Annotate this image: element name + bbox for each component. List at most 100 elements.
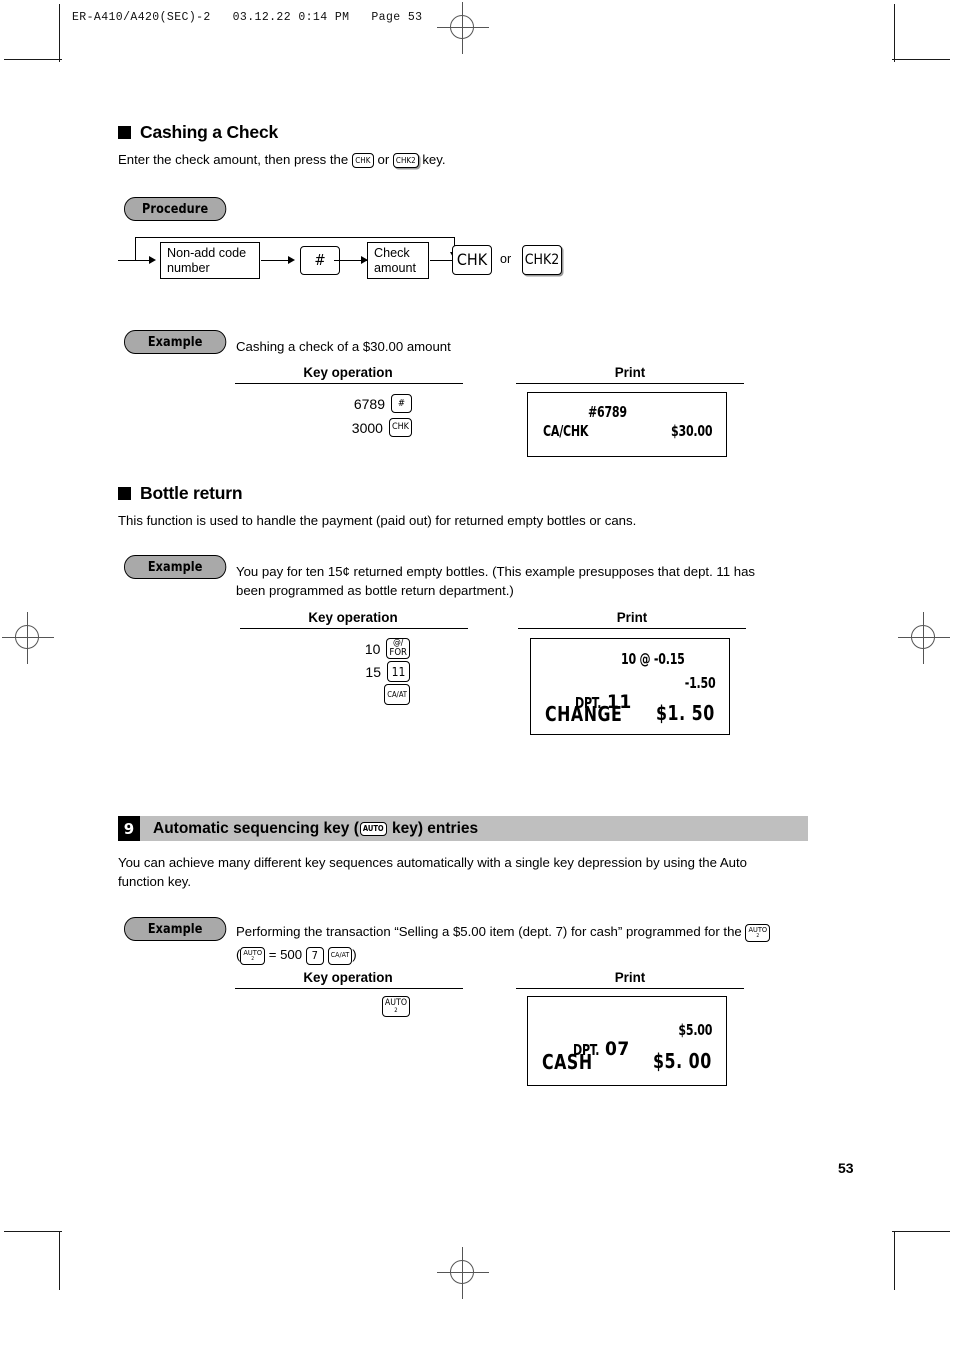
crop-mark-top-left-h: [4, 59, 62, 60]
bullet-square-icon: [118, 487, 131, 500]
intro-text-before: Enter the check amount, then press the: [118, 152, 352, 167]
registration-mark-top: [437, 2, 489, 54]
example-text-check: Cashing a check of a $30.00 amount: [236, 339, 451, 354]
crop-mark-bottom-left-v: [59, 1232, 60, 1290]
automatic-sequencing-intro: You can achieve many different key seque…: [118, 853, 908, 891]
key-operation-number: 10: [364, 640, 381, 657]
example-line1-text: Performing the transaction “Selling a $5…: [236, 924, 746, 939]
hash-key-icon: #: [391, 394, 412, 413]
section-band-automatic-sequencing: 9 Automatic sequencing key (AUTO key) en…: [118, 816, 808, 841]
flow-entry-arrowhead: [149, 256, 156, 264]
flow-bypass-left: [135, 237, 137, 261]
dept-7-key-icon: 7: [305, 946, 324, 965]
bullet-square-icon: [118, 126, 131, 139]
key-operation-row: 6789 #: [354, 393, 412, 414]
col-header-key-operation-auto: Key operation: [303, 970, 393, 985]
section-title: Cashing a Check: [140, 122, 279, 142]
chk-key-icon: CHK: [388, 418, 412, 437]
col-header-print-check: Print: [614, 365, 646, 380]
receipt-amount: $30.00: [670, 422, 712, 440]
key-operation-number: 6789: [353, 395, 385, 412]
page-number: 53: [838, 1160, 854, 1176]
running-header: ER-A410/A420(SEC)-2 03.12.22 0:14 PM Pag…: [72, 11, 423, 24]
receipt-qty-line: 10 @ -0.15: [621, 650, 685, 668]
bottle-return-intro: This function is used to handle the paym…: [118, 513, 637, 528]
intro-text-after: key.: [418, 152, 446, 167]
intro-line2: function key.: [118, 874, 192, 889]
key-operation-list-bottle: 10 @/FOR 15 11 CA/AT: [300, 638, 410, 705]
col-header-print-bottle: Print: [616, 610, 648, 625]
example-text-line2: been programmed as bottle return departm…: [236, 583, 514, 598]
section-number: 9: [118, 816, 140, 841]
procedure-flow-diagram: Non-add code number # Check amount CHK or …: [118, 232, 578, 292]
crop-mark-top-left-v: [59, 4, 60, 62]
receipt-check: #6789 CA/CHK $30.00: [527, 392, 727, 457]
intro-text-mid: or: [373, 152, 393, 167]
example-label-bottle: Example: [124, 555, 227, 579]
key-operation-number: 3000: [351, 419, 383, 436]
example-text-auto: Performing the transaction “Selling a $5…: [236, 922, 856, 942]
crop-mark-top-right-v: [894, 4, 895, 62]
receipt-code: #6789: [588, 403, 627, 421]
crop-mark-bottom-left-h: [4, 1231, 62, 1232]
manual-page: ER-A410/A420(SEC)-2 03.12.22 0:14 PM Pag…: [0, 0, 954, 1351]
receipt-dept-number: 07: [605, 1038, 630, 1060]
ca-at-key-icon: CA/AT: [384, 684, 410, 705]
col-rule-key-operation-bottle: [240, 628, 468, 630]
auto-2-key-icon: AUTO 2: [381, 996, 410, 1017]
section-heading-bottle-return: Bottle return: [118, 483, 243, 504]
flow-line-1: [261, 260, 290, 262]
at-for-key-icon: @/FOR: [386, 638, 410, 659]
key-operation-list-auto: AUTO 2: [330, 996, 410, 1017]
chk2-key-icon: CHK2: [392, 153, 419, 169]
flow-bypass-top: [135, 237, 455, 239]
key-operation-row: CA/AT: [378, 684, 410, 705]
flow-arrowhead-1: [288, 256, 295, 264]
example-line2-auto: ( AUTO 2 = 500 7 CA/AT): [236, 945, 856, 965]
flow-box-non-add-code: Non-add code number: [160, 242, 260, 279]
section-band-title: Automatic sequencing key (AUTO key) entr…: [140, 820, 478, 838]
key-operation-list-check: 6789 # 3000 CHK: [300, 393, 412, 438]
crop-mark-bottom-right-v: [894, 1232, 895, 1290]
section-title: Bottle return: [140, 483, 243, 503]
band-title-before: Automatic sequencing key (: [153, 819, 359, 837]
receipt-change-label: CHANGE: [545, 702, 623, 726]
registration-mark-right: [898, 612, 950, 664]
col-rule-key-operation-auto: [235, 988, 463, 990]
key-operation-row: AUTO 2: [381, 996, 410, 1017]
col-rule-print-auto: [516, 988, 744, 990]
receipt-auto: DPT. 07 $5.00 CASH $5. 00: [527, 996, 727, 1086]
col-header-print-auto: Print: [614, 970, 646, 985]
paren-close: ): [352, 947, 357, 962]
col-rule-key-operation-check: [235, 383, 463, 385]
col-rule-print-bottle: [518, 628, 746, 630]
auto-2-key-icon: AUTO 2: [745, 923, 771, 942]
crop-mark-bottom-right-h: [892, 1231, 950, 1232]
ca-at-key-icon: CA/AT: [327, 946, 353, 965]
receipt-cash-label: CASH: [542, 1050, 593, 1074]
flow-key-chk: CHK: [452, 245, 492, 275]
key-operation-row: 15 11: [365, 661, 410, 682]
intro-line1: You can achieve many different key seque…: [118, 855, 747, 870]
registration-mark-bottom: [437, 1247, 489, 1299]
col-rule-print-check: [516, 383, 744, 385]
flow-box-check-amount: Check amount: [367, 242, 429, 279]
flow-or-label: or: [500, 252, 512, 266]
receipt-dept-amount: $5.00: [678, 1021, 712, 1039]
cashing-check-intro: Enter the check amount, then press the C…: [118, 150, 818, 169]
flow-entry-line: [118, 260, 150, 262]
col-header-key-operation-bottle: Key operation: [308, 610, 398, 625]
example-label-check: Example: [124, 330, 227, 354]
receipt-dept-amount: -1.50: [684, 674, 715, 692]
chk-key-icon: CHK: [351, 153, 374, 169]
crop-mark-top-right-h: [892, 59, 950, 60]
col-header-key-operation-check: Key operation: [303, 365, 393, 380]
receipt-change-amount: $1. 50: [656, 701, 715, 725]
key-operation-row: 10 @/FOR: [365, 638, 410, 659]
key-operation-number: 15: [365, 663, 381, 680]
receipt-label: CA/CHK: [543, 422, 589, 440]
auto-key-icon: AUTO: [359, 821, 387, 836]
band-title-after: key) entries: [387, 819, 479, 837]
receipt-bottle: 10 @ -0.15 DPT. 11 -1.50 CHANGE $1. 50: [530, 638, 730, 735]
example-label-auto: Example: [124, 917, 227, 941]
